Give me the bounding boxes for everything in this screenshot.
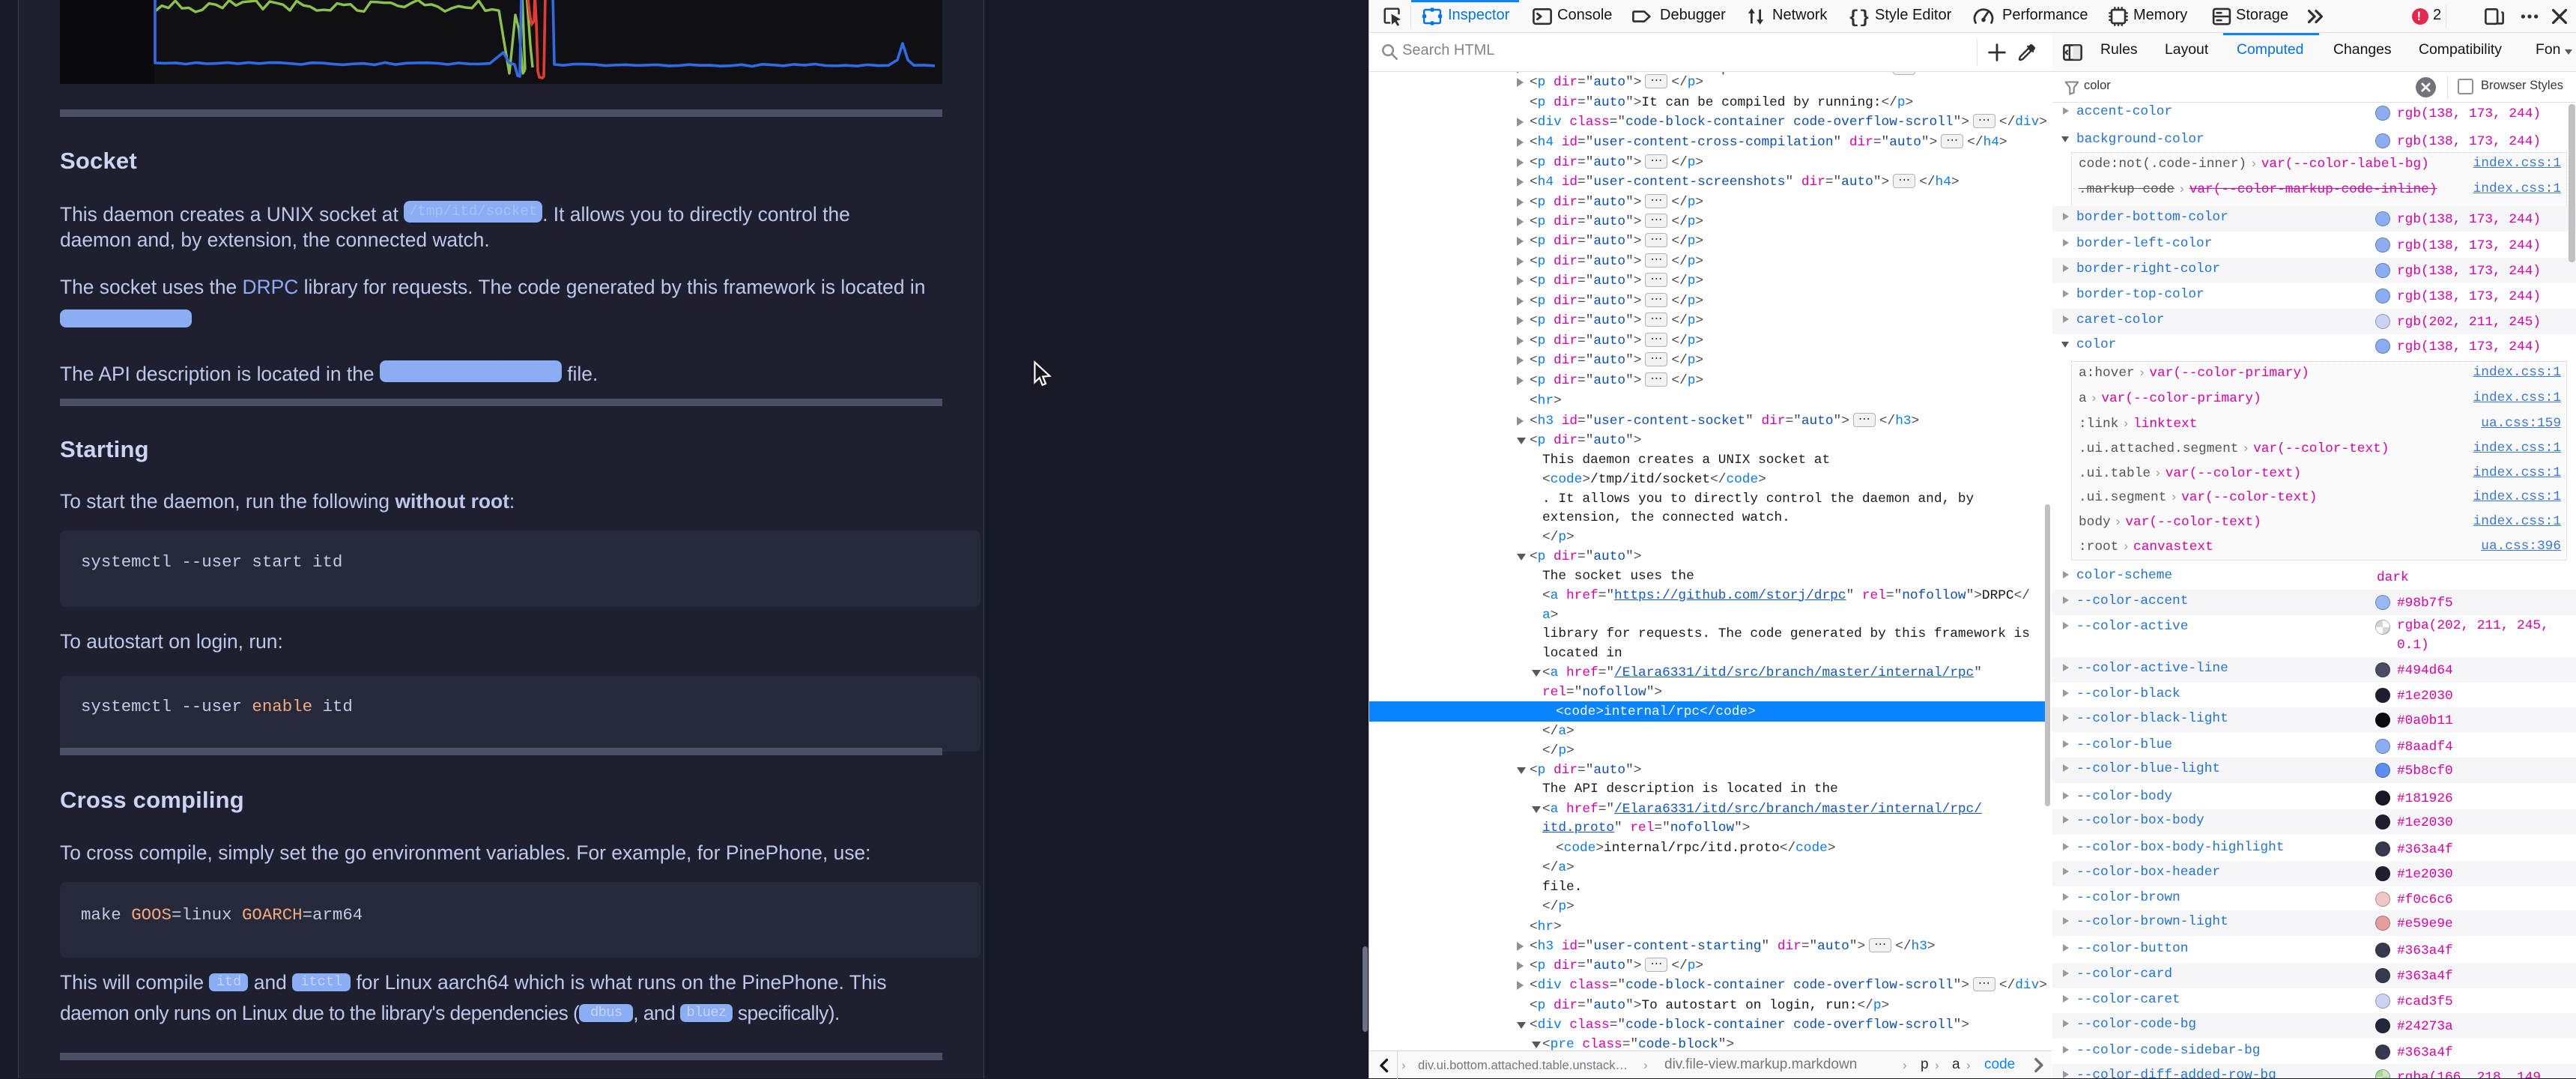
svg-text:{}: {}: [1848, 8, 1870, 28]
